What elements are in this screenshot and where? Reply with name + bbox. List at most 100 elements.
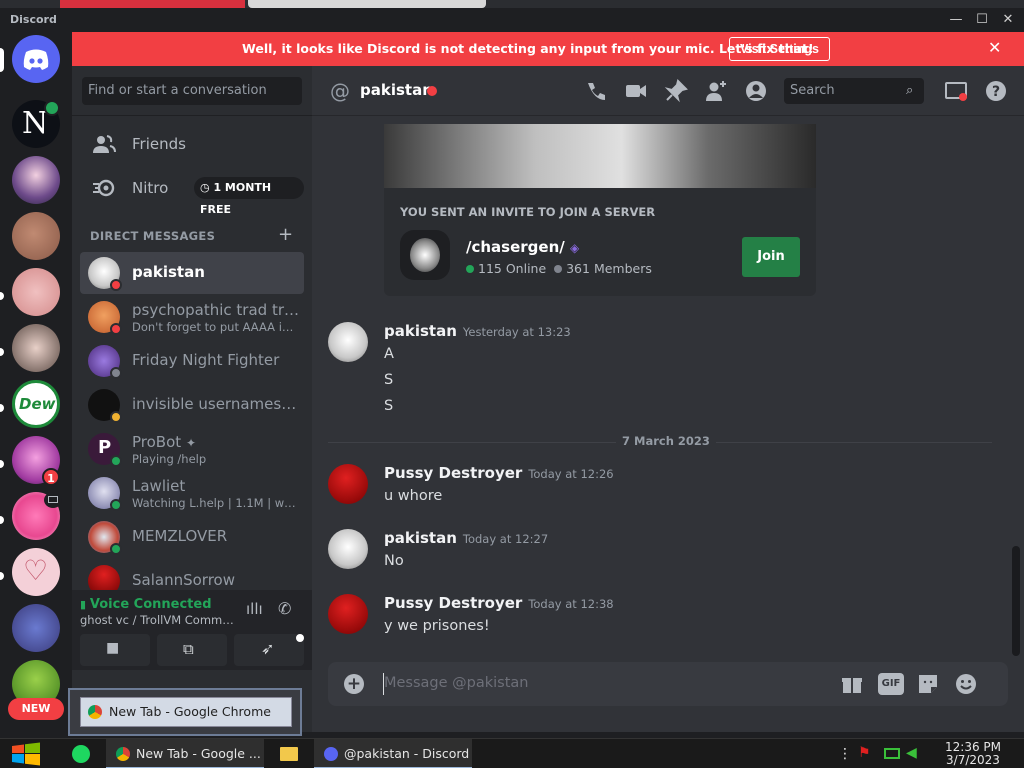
home-button[interactable] bbox=[12, 35, 60, 83]
maximize-button[interactable]: ☐ bbox=[970, 10, 994, 30]
app-brand: Discord bbox=[10, 13, 57, 26]
server-icon-4[interactable] bbox=[12, 268, 60, 316]
server-icon-10[interactable] bbox=[12, 604, 60, 652]
noise-suppression-icon[interactable]: ıllı bbox=[246, 600, 263, 618]
gif-button[interactable]: GIF bbox=[878, 673, 904, 695]
volume-icon[interactable]: ◀ bbox=[906, 745, 917, 761]
taskbar-discord[interactable]: @pakistan - Discord bbox=[314, 739, 472, 768]
screen-share-icon bbox=[44, 492, 62, 508]
title-bar: Discord — ☐ ✕ bbox=[0, 8, 1024, 32]
message-text: No bbox=[384, 553, 404, 569]
flag-icon[interactable]: ⚑ bbox=[858, 745, 871, 761]
server-icon-5[interactable] bbox=[12, 324, 60, 372]
dm-item[interactable]: P ProBot ✦ Playing /help bbox=[80, 428, 304, 470]
notice-message: Well, it looks like Discord is not detec… bbox=[242, 41, 814, 56]
friends-nav[interactable]: Friends bbox=[80, 123, 304, 165]
dm-item[interactable]: invisible usernames ar... bbox=[80, 384, 304, 426]
dm-name: SalannSorrow bbox=[132, 571, 235, 589]
taskbar-clock[interactable]: 12:36 PM 3/7/2023 bbox=[936, 741, 1010, 767]
find-conversation-input[interactable]: Find or start a conversation bbox=[82, 77, 302, 105]
attach-plus-icon[interactable]: + bbox=[344, 674, 364, 694]
file-explorer-icon[interactable] bbox=[280, 747, 298, 761]
voice-channel[interactable]: ghost vc / TrollVM Commun... bbox=[80, 613, 235, 627]
screen-share-button[interactable]: ⧉ bbox=[157, 634, 227, 666]
server-icon-9[interactable]: ♡ bbox=[12, 548, 60, 596]
message-author[interactable]: pakistan Yesterday at 13:23 bbox=[384, 322, 571, 340]
help-icon[interactable]: ? bbox=[984, 79, 1008, 103]
heart-icon: ♡ bbox=[23, 554, 49, 587]
chrome-preview-tab[interactable]: New Tab - Google Chrome bbox=[80, 697, 292, 727]
server-rail: N Dew 1 ♡ NEW bbox=[0, 32, 72, 732]
unread-indicator bbox=[0, 348, 4, 356]
message-author[interactable]: Pussy Destroyer Today at 12:26 bbox=[384, 464, 614, 482]
clock-icon: ◷ bbox=[200, 181, 214, 194]
taskbar-chrome[interactable]: New Tab - Google ... bbox=[106, 739, 264, 768]
unread-indicator bbox=[0, 292, 4, 300]
minimize-button[interactable]: — bbox=[944, 10, 968, 30]
new-badge[interactable]: NEW bbox=[8, 698, 64, 720]
dm-item[interactable]: Friday Night Fighter bbox=[80, 340, 304, 382]
message-input[interactable]: Message @pakistan bbox=[384, 675, 529, 691]
status-offline-icon bbox=[110, 367, 122, 379]
message-text: S bbox=[384, 372, 394, 388]
pin-icon[interactable] bbox=[664, 79, 688, 103]
search-input[interactable]: Search ⌕ bbox=[784, 78, 924, 104]
chat-scrollbar[interactable] bbox=[1012, 546, 1020, 656]
message-author[interactable]: Pussy Destroyer Today at 12:38 bbox=[384, 594, 614, 612]
server-icon-3[interactable] bbox=[12, 212, 60, 260]
dm-item[interactable]: MEMZLOVER bbox=[80, 516, 304, 558]
dm-name: pakistan bbox=[132, 263, 205, 281]
background-window-strip bbox=[0, 0, 1024, 8]
embedded-image[interactable] bbox=[384, 124, 816, 188]
video-button[interactable]: ■ bbox=[80, 634, 150, 666]
message-author[interactable]: pakistan Today at 12:27 bbox=[384, 529, 548, 547]
avatar[interactable] bbox=[328, 594, 368, 634]
dm-item[interactable]: pakistan bbox=[80, 252, 304, 294]
nitro-nav[interactable]: Nitro ◷ 1 MONTH FREE bbox=[80, 167, 304, 216]
unread-indicator bbox=[0, 516, 4, 524]
spotify-icon[interactable] bbox=[72, 745, 90, 763]
create-dm-button[interactable]: + bbox=[278, 224, 293, 245]
discord-logo-icon bbox=[23, 49, 49, 70]
status-idle-icon bbox=[110, 411, 122, 423]
unread-indicator bbox=[0, 572, 4, 580]
network-icon[interactable] bbox=[884, 748, 900, 759]
sticker-icon[interactable] bbox=[916, 672, 940, 696]
more-icon[interactable]: ⋮ bbox=[838, 746, 852, 762]
avatar[interactable] bbox=[328, 322, 368, 362]
dm-item[interactable]: psychopathic trad tra... Don't forget to… bbox=[80, 296, 304, 338]
gift-icon[interactable] bbox=[840, 672, 864, 696]
server-logo-icon: Dew bbox=[19, 395, 56, 413]
dm-name: Friday Night Fighter bbox=[132, 351, 280, 369]
voice-panel: ▮ Voice Connected ghost vc / TrollVM Com… bbox=[72, 590, 312, 670]
start-button[interactable] bbox=[0, 739, 52, 768]
server-icon-6[interactable]: Dew bbox=[12, 380, 60, 428]
dm-status-text: Watching L.help | 1.1M | www.l... bbox=[132, 496, 300, 510]
user-profile-icon[interactable] bbox=[744, 79, 768, 103]
visit-settings-button[interactable]: Visit Settings bbox=[729, 37, 830, 61]
date-divider: 7 March 2023 bbox=[328, 434, 992, 448]
join-button[interactable]: Join bbox=[742, 237, 800, 277]
close-window-button[interactable]: ✕ bbox=[996, 10, 1020, 30]
chrome-icon bbox=[116, 747, 130, 761]
avatar[interactable] bbox=[328, 464, 368, 504]
disconnect-icon[interactable]: ✆ bbox=[278, 599, 291, 618]
activities-button[interactable]: ➶ bbox=[234, 634, 304, 666]
taskbar: New Tab - Google ... @pakistan - Discord… bbox=[0, 738, 1024, 768]
message-text: u whore bbox=[384, 488, 443, 504]
background-window-red bbox=[60, 0, 245, 8]
status-dnd-icon bbox=[110, 279, 122, 291]
emoji-icon[interactable] bbox=[954, 672, 978, 696]
dm-item[interactable]: Lawliet Watching L.help | 1.1M | www.l..… bbox=[80, 472, 304, 514]
inbox-icon[interactable] bbox=[944, 79, 968, 103]
friends-icon bbox=[93, 135, 116, 153]
server-icon-2[interactable] bbox=[12, 156, 60, 204]
dm-name: ProBot ✦ bbox=[132, 433, 196, 451]
discord-icon bbox=[324, 747, 338, 761]
voice-call-icon[interactable] bbox=[584, 79, 608, 103]
add-friend-icon[interactable] bbox=[704, 79, 728, 103]
video-call-icon[interactable] bbox=[624, 79, 648, 103]
close-icon[interactable]: ✕ bbox=[988, 38, 1001, 57]
avatar[interactable] bbox=[328, 529, 368, 569]
message-composer[interactable]: + Message @pakistan GIF bbox=[328, 662, 1008, 706]
